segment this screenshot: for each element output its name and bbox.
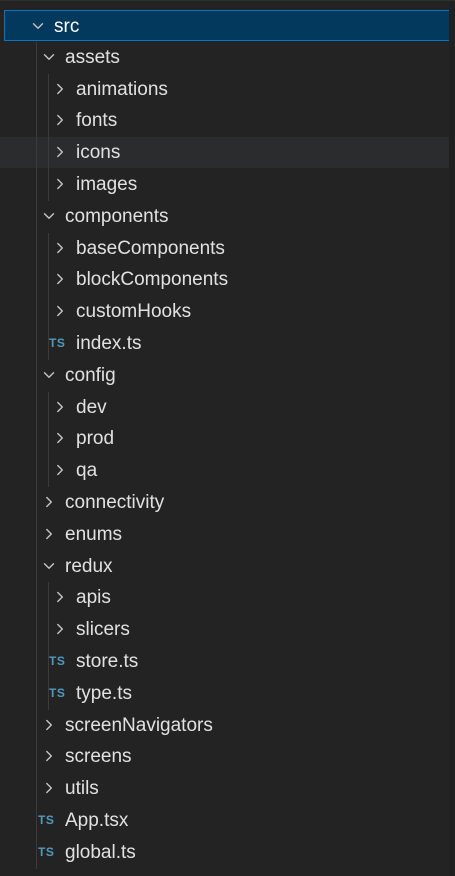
folder-slicers[interactable]: slicers	[0, 614, 455, 645]
folder-utils[interactable]: utils	[0, 773, 455, 804]
chevron-right-icon[interactable]	[53, 304, 67, 318]
tree-item-label: src	[54, 16, 80, 37]
chevron-down-icon[interactable]	[42, 559, 56, 573]
tree-item-label: utils	[65, 778, 99, 800]
tree-item-label: screenNavigators	[65, 714, 213, 736]
file-explorer: src assets animations fonts icons images compo…	[0, 0, 455, 876]
tree-item-label: slicers	[76, 619, 130, 641]
tree-item-label: apis	[76, 587, 111, 609]
tree-item-label: components	[65, 205, 169, 227]
tree-item-label: screens	[65, 746, 132, 768]
tree-item-label: images	[76, 174, 138, 195]
chevron-right-icon[interactable]	[42, 781, 56, 795]
tree-item-label: type.ts	[76, 682, 132, 704]
indent-guide	[48, 582, 49, 710]
tree-item-label: connectivity	[65, 492, 165, 513]
scrollbar-track[interactable]	[449, 1, 455, 876]
typescript-file-icon: TS	[49, 336, 66, 350]
tree-item-label: icons	[76, 142, 121, 164]
folder-images[interactable]: images	[0, 169, 455, 200]
folder-prod[interactable]: prod	[0, 423, 455, 454]
typescript-file-icon: TS	[38, 813, 55, 827]
folder-screens[interactable]: screens	[0, 741, 455, 772]
tree-item-label: assets	[65, 46, 120, 68]
file-type-ts[interactable]: TS type.ts	[0, 678, 455, 709]
tree-item-label: config	[65, 364, 116, 386]
tree-item-label: fonts	[76, 110, 118, 132]
folder-qa[interactable]: qa	[0, 455, 455, 486]
chevron-down-icon[interactable]	[42, 368, 56, 382]
chevron-right-icon[interactable]	[53, 590, 67, 604]
file-global-ts[interactable]: TS global.ts	[0, 837, 455, 868]
folder-src[interactable]: src	[4, 10, 455, 41]
folder-icons[interactable]: icons	[0, 137, 455, 169]
tree-item-label: blockComponents	[76, 269, 229, 291]
folder-screennavigators[interactable]: screenNavigators	[0, 710, 455, 741]
folder-apis[interactable]: apis	[0, 582, 455, 613]
chevron-right-icon[interactable]	[53, 177, 67, 191]
chevron-right-icon[interactable]	[53, 431, 67, 445]
tree-item-label: customHooks	[76, 301, 192, 323]
folder-basecomponents[interactable]: baseComponents	[0, 233, 455, 264]
typescript-file-icon: TS	[38, 844, 55, 859]
indent-guide	[36, 41, 37, 869]
tree-item-label: App.tsx	[65, 810, 129, 831]
typescript-file-icon: TS	[49, 685, 66, 700]
folder-blockcomponents[interactable]: blockComponents	[0, 264, 455, 295]
file-app-tsx[interactable]: TS App.tsx	[0, 805, 455, 836]
chevron-right-icon[interactable]	[42, 718, 56, 732]
chevron-right-icon[interactable]	[53, 113, 67, 127]
chevron-down-icon[interactable]	[31, 19, 45, 33]
tree-item-label: prod	[76, 428, 115, 450]
file-store-ts[interactable]: TS store.ts	[0, 646, 455, 677]
folder-dev[interactable]: dev	[0, 392, 455, 423]
tree-item-label: dev	[76, 396, 107, 418]
tree-item-label: redux	[65, 555, 113, 577]
chevron-right-icon[interactable]	[53, 82, 67, 96]
indent-guide	[48, 73, 49, 201]
folder-animations[interactable]: animations	[0, 74, 455, 105]
chevron-down-icon[interactable]	[42, 209, 56, 223]
chevron-right-icon[interactable]	[53, 145, 67, 159]
typescript-file-icon: TS	[49, 654, 66, 668]
folder-enums[interactable]: enums	[0, 519, 455, 550]
chevron-right-icon[interactable]	[42, 495, 56, 509]
folder-assets[interactable]: assets	[0, 42, 455, 73]
chevron-right-icon[interactable]	[53, 622, 67, 636]
chevron-right-icon[interactable]	[53, 272, 67, 286]
tree-item-label: qa	[76, 460, 98, 482]
tree-item-label: baseComponents	[76, 237, 225, 259]
indent-guide	[48, 391, 49, 487]
chevron-right-icon[interactable]	[42, 749, 56, 763]
chevron-down-icon[interactable]	[42, 50, 56, 64]
tree-item-label: index.ts	[76, 333, 142, 354]
folder-connectivity[interactable]: connectivity	[0, 487, 455, 518]
chevron-right-icon[interactable]	[53, 463, 67, 477]
folder-fonts[interactable]: fonts	[0, 105, 455, 136]
tree-item-label: store.ts	[76, 651, 139, 672]
chevron-right-icon[interactable]	[53, 241, 67, 255]
tree-item-label: enums	[65, 523, 123, 545]
folder-config[interactable]: config	[0, 360, 455, 391]
indent-guide	[48, 232, 49, 360]
folder-components[interactable]: components	[0, 201, 455, 232]
chevron-right-icon[interactable]	[53, 400, 67, 414]
folder-customhooks[interactable]: customHooks	[0, 296, 455, 327]
file-index-ts[interactable]: TS index.ts	[0, 328, 455, 359]
chevron-right-icon[interactable]	[42, 527, 56, 541]
tree-item-label: global.ts	[65, 841, 136, 863]
tree-item-label: animations	[76, 78, 168, 100]
folder-redux[interactable]: redux	[0, 551, 455, 582]
